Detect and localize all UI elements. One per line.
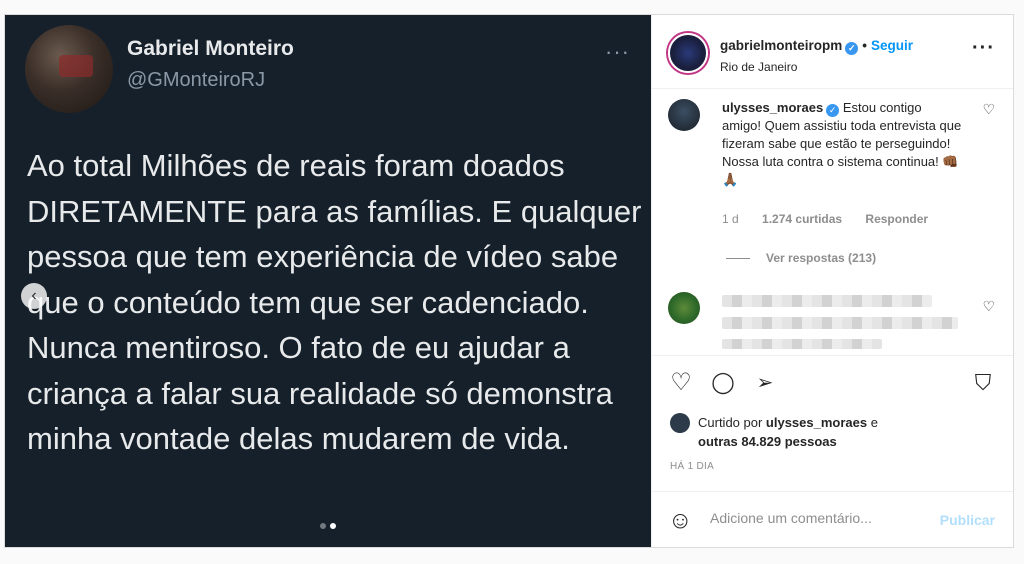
post-location[interactable]: Rio de Janeiro <box>720 60 797 74</box>
post-time[interactable]: HÁ 1 DIA <box>670 461 714 472</box>
liker-avatar[interactable] <box>670 413 690 433</box>
commenter-username[interactable]: ulysses_moraes <box>722 100 823 115</box>
tweet-author-name: Gabriel Monteiro <box>127 37 294 60</box>
commenter-avatar[interactable] <box>668 292 700 324</box>
carousel-prev-button[interactable]: ‹ <box>21 283 47 309</box>
emoji-icon[interactable]: ☺ <box>668 508 693 534</box>
post-header: gabrielmonteiropm ✓ • Seguir Rio de Janeiro… <box>652 15 1013 89</box>
author-username[interactable]: gabrielmonteiropm <box>720 38 842 53</box>
comment-icon[interactable]: ◯ <box>710 370 736 396</box>
save-icon[interactable]: ⛉ <box>970 370 996 396</box>
like-icon[interactable]: ♡ <box>668 370 694 396</box>
blurred-comment-line <box>722 317 958 329</box>
likes-summary: Curtido por ulysses_moraes e outras 84.8… <box>698 413 878 451</box>
likes-suffix: e <box>867 415 878 430</box>
carousel-dot <box>320 523 326 529</box>
follow-button[interactable]: Seguir <box>871 38 913 53</box>
carousel-dots <box>320 523 336 529</box>
author-line: gabrielmonteiropm ✓ • Seguir <box>720 38 913 55</box>
share-icon[interactable]: ➢ <box>752 370 778 396</box>
separator: • <box>862 38 867 53</box>
commenter-avatar[interactable] <box>668 99 700 131</box>
comment-like-icon[interactable]: ♡ <box>982 101 995 118</box>
comment-input[interactable] <box>710 510 920 526</box>
view-replies-button[interactable]: Ver respostas (213) <box>726 251 876 265</box>
author-avatar[interactable] <box>668 33 708 73</box>
verified-icon: ✓ <box>845 42 859 55</box>
tweet-avatar <box>25 25 113 113</box>
post-media[interactable]: Gabriel Monteiro @GMonteiroRJ ··· Ao tot… <box>5 15 651 547</box>
comment-likes[interactable]: 1.274 curtidas <box>762 212 842 226</box>
comment-meta: 1 d 1.274 curtidas Responder <box>722 212 948 226</box>
carousel-dot-active <box>330 523 336 529</box>
tweet-more-icon: ··· <box>605 39 630 64</box>
blurred-comment-line <box>722 339 882 349</box>
post-modal: Gabriel Monteiro @GMonteiroRJ ··· Ao tot… <box>4 14 1014 548</box>
comment-like-icon[interactable]: ♡ <box>982 298 995 315</box>
reply-button[interactable]: Responder <box>865 212 928 226</box>
tweet-author-handle: @GMonteiroRJ <box>127 69 266 91</box>
comment-time[interactable]: 1 d <box>722 212 739 226</box>
verified-icon: ✓ <box>826 104 840 117</box>
liker-username[interactable]: ulysses_moraes <box>766 415 867 430</box>
comment-body: ulysses_moraes ✓ Estou contigo amigo! Que… <box>722 99 962 189</box>
add-comment-bar: ☺ Publicar <box>652 491 1013 549</box>
post-side-panel: gabrielmonteiropm ✓ • Seguir Rio de Janeiro… <box>651 15 1013 547</box>
more-options-icon[interactable]: ··· <box>972 37 995 60</box>
publish-button[interactable]: Publicar <box>940 512 995 528</box>
likes-others[interactable]: outras 84.829 pessoas <box>698 434 837 449</box>
post-actions: ♡ ◯ ➢ ⛉ Curtido por ulysses_moraes e out… <box>652 355 1013 475</box>
tweet-text: Ao total Milhões de reais foram doados D… <box>27 148 642 456</box>
blurred-comment-line <box>722 295 932 307</box>
likes-prefix: Curtido por <box>698 415 766 430</box>
